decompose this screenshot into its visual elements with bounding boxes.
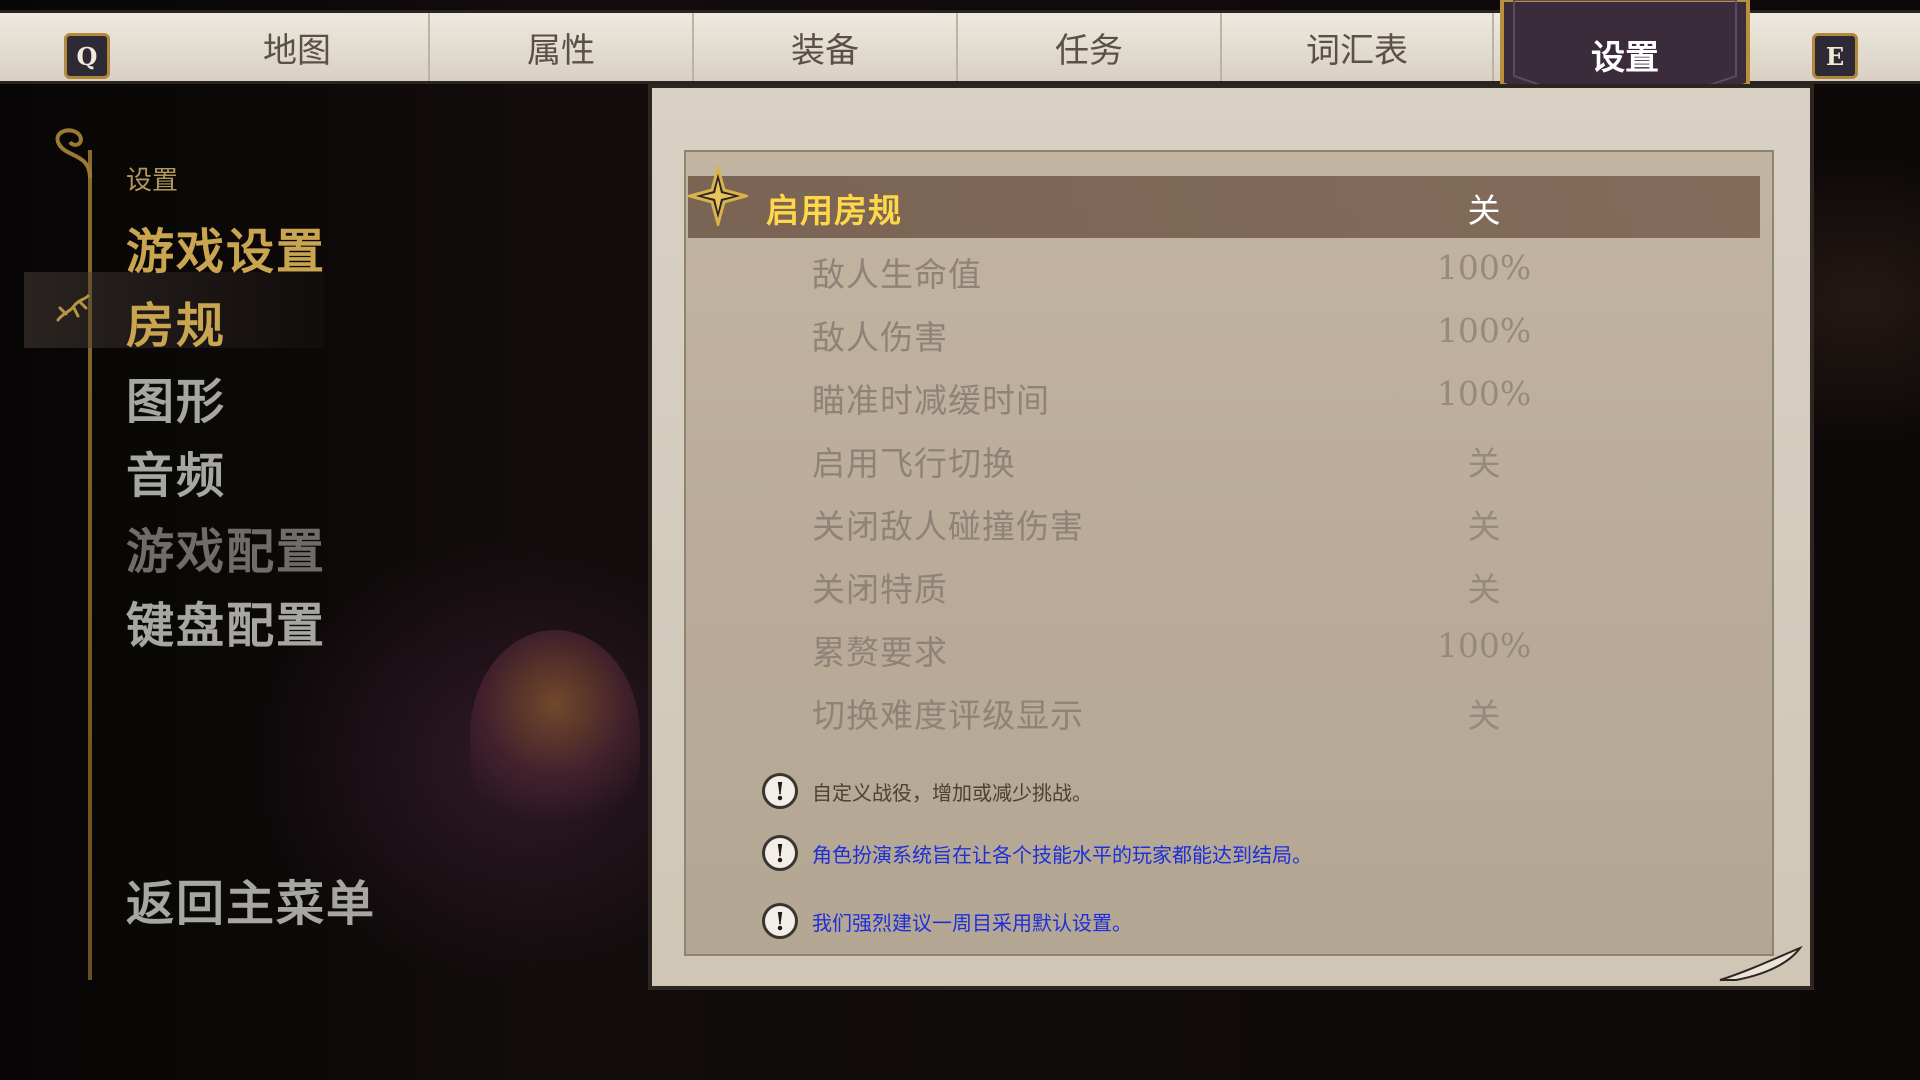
- tab-glossary[interactable]: 词汇表: [1222, 13, 1494, 81]
- setting-row-flight-toggle[interactable]: 启用飞行切换 关: [688, 429, 1760, 491]
- setting-label: 累赘要求: [812, 633, 948, 672]
- setting-value: 关: [1467, 507, 1501, 546]
- quill-icon: [1719, 945, 1803, 981]
- setting-value: 100%: [1436, 626, 1532, 665]
- exclamation-circle-icon: !: [762, 903, 798, 939]
- setting-row-enable-house-rules[interactable]: 启用房规 关: [688, 166, 1760, 238]
- tab-glossary-label: 词汇表: [1306, 30, 1408, 71]
- setting-value: 100%: [1436, 311, 1532, 350]
- game-settings-screen: Q 地图 属性 装备 任务 词汇表 E 设置 设置 游戏设置 房规 图形 音频 …: [0, 0, 1920, 1080]
- setting-row-enemy-health[interactable]: 敌人生命值 100%: [688, 240, 1760, 302]
- setting-label: 切换难度评级显示: [812, 696, 1084, 735]
- setting-row-encumbrance[interactable]: 累赘要求 100%: [688, 618, 1760, 680]
- vine-curl-icon: [55, 128, 92, 179]
- setting-label: 敌人生命值: [812, 255, 982, 294]
- tab-quests[interactable]: 任务: [958, 13, 1222, 81]
- setting-row-aim-slowdown[interactable]: 瞄准时减缓时间 100%: [688, 366, 1760, 428]
- sidebar-heading: 设置: [126, 166, 179, 196]
- exclamation-circle-icon: !: [762, 835, 798, 871]
- setting-value: 100%: [1436, 374, 1532, 413]
- lizard-icon: [56, 294, 90, 322]
- sidebar-item-audio[interactable]: 音频: [126, 436, 226, 506]
- setting-row-enemy-damage[interactable]: 敌人伤害 100%: [688, 303, 1760, 365]
- tab-equipment[interactable]: 装备: [694, 13, 958, 81]
- setting-label: 敌人伤害: [812, 318, 948, 357]
- info-note-text: 自定义战役，增加或减少挑战。: [812, 781, 1092, 805]
- info-note: ! 角色扮演系统旨在让各个技能水平的玩家都能达到结局。: [762, 835, 1662, 879]
- setting-value: 关: [1467, 191, 1501, 230]
- sidebar-item-graphics[interactable]: 图形: [126, 362, 226, 432]
- sidebar-item-house-rules[interactable]: 房规: [126, 286, 226, 356]
- sidebar-item-keyboard-config[interactable]: 键盘配置: [126, 586, 326, 656]
- setting-value: 关: [1467, 444, 1501, 483]
- setting-row-disable-collision-damage[interactable]: 关闭敌人碰撞伤害 关: [688, 492, 1760, 554]
- setting-value: 100%: [1436, 248, 1532, 287]
- tab-attributes-label: 属性: [527, 30, 595, 71]
- next-tab-key-label: E: [1825, 41, 1845, 71]
- exclamation-circle-icon: !: [762, 773, 798, 809]
- prev-tab-key-button[interactable]: Q: [64, 33, 110, 79]
- background-character: [470, 630, 640, 840]
- next-tab-key-button[interactable]: E: [1812, 33, 1858, 79]
- info-note-text: 角色扮演系统旨在让各个技能水平的玩家都能达到结局。: [812, 843, 1312, 867]
- info-note: ! 自定义战役，增加或减少挑战。: [762, 773, 1662, 817]
- setting-label: 关闭特质: [812, 570, 948, 609]
- back-to-main-menu-button[interactable]: 返回主菜单: [126, 864, 376, 934]
- info-note: ! 我们强烈建议一周目采用默认设置。: [762, 903, 1662, 947]
- setting-label: 瞄准时减缓时间: [812, 381, 1050, 420]
- sidebar-item-game-config[interactable]: 游戏配置: [126, 512, 326, 582]
- setting-row-disable-traits[interactable]: 关闭特质 关: [688, 555, 1760, 617]
- tab-quests-label: 任务: [1055, 30, 1123, 71]
- setting-label: 启用飞行切换: [812, 444, 1016, 483]
- tab-map-label: 地图: [263, 30, 331, 71]
- setting-row-difficulty-rating-display[interactable]: 切换难度评级显示 关: [688, 681, 1760, 743]
- four-point-star-icon: [688, 166, 748, 226]
- tab-equipment-label: 装备: [791, 30, 859, 71]
- setting-label: 启用房规: [766, 191, 902, 230]
- tab-attributes[interactable]: 属性: [430, 13, 694, 81]
- prev-tab-key-label: Q: [76, 41, 98, 71]
- setting-value: 关: [1467, 570, 1501, 609]
- tab-map[interactable]: 地图: [166, 13, 430, 81]
- info-note-text: 我们强烈建议一周目采用默认设置。: [812, 911, 1132, 935]
- setting-label: 关闭敌人碰撞伤害: [812, 507, 1084, 546]
- sidebar-item-game-settings[interactable]: 游戏设置: [126, 212, 326, 282]
- setting-value: 关: [1467, 696, 1501, 735]
- tab-settings-label: 设置: [1591, 38, 1659, 78]
- panel-divider: [684, 150, 1774, 152]
